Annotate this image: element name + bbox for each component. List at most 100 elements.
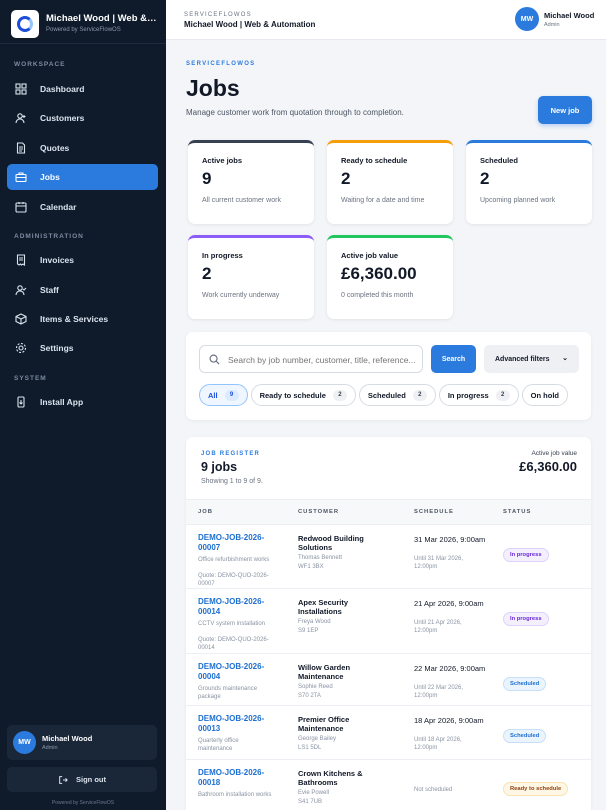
- stat-subtitle: Work currently underway: [202, 292, 280, 299]
- customer-postcode: S41 7UB: [298, 799, 323, 805]
- schedule-start: 31 Mar 2026, 9:00am: [414, 535, 486, 544]
- sidebar: Michael Wood | Web & A... Powered by Ser…: [0, 0, 166, 810]
- sidebar-item-items-services[interactable]: Items & Services: [7, 306, 158, 332]
- job-number-link[interactable]: DEMO-JOB-2026-00004: [198, 662, 278, 682]
- filter-chip-scheduled[interactable]: Scheduled 2: [358, 384, 436, 406]
- sidebar-item-staff[interactable]: Staff: [7, 277, 158, 303]
- page-subtitle: Manage customer work from quotation thro…: [186, 108, 404, 117]
- gear-icon: [15, 342, 27, 354]
- stat-value: 2: [341, 169, 351, 188]
- search-panel: Search Advanced filters ⌄ All 9 Ready to s…: [186, 332, 591, 420]
- sidebar-item-quotes[interactable]: Quotes: [7, 135, 158, 161]
- stat-card: Scheduled 2 Upcoming planned work: [466, 140, 592, 224]
- job-description: Quarterly office maintenance: [198, 738, 239, 752]
- table-header: JOB CUSTOMER SCHEDULE STATUS: [186, 499, 591, 525]
- schedule-start: Not scheduled: [414, 787, 453, 793]
- advanced-filters-button[interactable]: Advanced filters ⌄: [484, 345, 579, 373]
- column-header-job[interactable]: JOB: [198, 509, 213, 515]
- stat-subtitle: 0 completed this month: [341, 292, 414, 299]
- brand-header[interactable]: Michael Wood | Web & A... Powered by Ser…: [0, 0, 166, 44]
- job-description: Grounds maintenance package: [198, 686, 258, 700]
- main-content: SERVICEFLOWOS Jobs Manage customer work …: [166, 40, 606, 810]
- job-number-link[interactable]: DEMO-JOB-2026-00018: [198, 768, 278, 788]
- job-number-link[interactable]: DEMO-JOB-2026-00013: [198, 714, 278, 734]
- search-field[interactable]: [199, 345, 423, 373]
- sign-out-button[interactable]: Sign out: [7, 767, 157, 792]
- section-label-workspace: WORKSPACE: [14, 61, 66, 68]
- topbar-user-name[interactable]: Michael Wood: [544, 11, 594, 20]
- job-description: CCTV system installation: [198, 621, 266, 627]
- sign-out-icon: [59, 775, 68, 784]
- sidebar-item-install-app[interactable]: Install App: [7, 389, 158, 415]
- chip-label: Scheduled: [367, 390, 406, 400]
- sidebar-item-settings[interactable]: Settings: [7, 335, 158, 361]
- table-row[interactable]: DEMO-JOB-2026-00007 Office refurbishment …: [186, 525, 591, 589]
- customer-contact: Thomas Bennett: [298, 555, 343, 561]
- table-row[interactable]: DEMO-JOB-2026-00014 CCTV system installat…: [186, 589, 591, 654]
- topbar: SERVICEFLOWOS Michael Wood | Web & Autom…: [166, 0, 606, 40]
- page-title: Jobs: [186, 75, 240, 101]
- sidebar-item-customers[interactable]: Customers: [7, 105, 158, 131]
- sidebar-item-dashboard[interactable]: Dashboard: [7, 76, 158, 102]
- register-value: £6,360.00: [519, 459, 577, 474]
- filter-chip-in-progress[interactable]: In progress 2: [438, 384, 519, 406]
- sidebar-item-label: Staff: [40, 285, 59, 295]
- staff-icon: [15, 284, 27, 296]
- users-icon: [15, 112, 27, 124]
- stat-value: 2: [480, 169, 490, 188]
- sidebar-user-card[interactable]: MW Michael Wood Admin: [7, 725, 157, 760]
- customer-name: Willow Garden Maintenance: [298, 663, 351, 681]
- new-job-button[interactable]: New job: [538, 96, 592, 124]
- topbar-eyebrow: SERVICEFLOWOS: [184, 12, 252, 18]
- search-button[interactable]: Search: [431, 345, 476, 373]
- sidebar-item-label: Jobs: [40, 172, 60, 182]
- schedule-until: Until 31 Mar 2026, 12:00pm: [414, 556, 464, 570]
- customer-postcode: WF1 3BX: [298, 564, 324, 570]
- schedule-start: 22 Mar 2026, 9:00am: [414, 664, 486, 673]
- sidebar-item-invoices[interactable]: Invoices: [7, 247, 158, 273]
- chip-label: On hold: [530, 390, 559, 400]
- sidebar-item-label: Calendar: [40, 202, 77, 212]
- search-input[interactable]: [228, 352, 418, 368]
- sidebar-item-label: Invoices: [40, 255, 75, 265]
- column-header-status[interactable]: STATUS: [503, 509, 531, 515]
- stat-value: 2: [202, 264, 212, 283]
- register-eyebrow: JOB REGISTER: [201, 451, 261, 457]
- table-row[interactable]: DEMO-JOB-2026-00004 Grounds maintenance p…: [186, 654, 591, 706]
- briefcase-icon: [15, 171, 27, 183]
- stat-card: Active job value £6,360.00 0 completed thi…: [327, 235, 453, 319]
- avatar[interactable]: MW: [515, 7, 539, 31]
- filter-chip-ready-to-schedule[interactable]: Ready to schedule 2: [250, 384, 356, 406]
- register-subtitle: Showing 1 to 9 of 9.: [201, 478, 263, 485]
- column-header-schedule[interactable]: SCHEDULE: [414, 509, 454, 515]
- page-eyebrow: SERVICEFLOWOS: [186, 61, 256, 67]
- customer-name: Redwood Building Solutions: [298, 534, 364, 552]
- chip-label: All: [208, 390, 218, 400]
- customer-contact: George Bailey: [298, 736, 337, 742]
- job-number-link[interactable]: DEMO-JOB-2026-00014: [198, 597, 278, 617]
- status-badge: Ready to schedule: [503, 782, 569, 796]
- sidebar-item-label: Settings: [40, 343, 74, 353]
- sign-out-label: Sign out: [76, 775, 106, 784]
- stat-value: £6,360.00: [341, 264, 417, 283]
- sidebar-item-calendar[interactable]: Calendar: [7, 194, 158, 220]
- stat-subtitle: Waiting for a date and time: [341, 197, 425, 204]
- schedule-start: 21 Apr 2026, 9:00am: [414, 599, 484, 608]
- stat-card: Active jobs 9 All current customer work: [188, 140, 314, 224]
- table-row[interactable]: DEMO-JOB-2026-00018 Bathroom installation…: [186, 760, 591, 810]
- receipt-icon: [15, 254, 27, 267]
- sidebar-item-jobs[interactable]: Jobs: [7, 164, 158, 190]
- table-row[interactable]: DEMO-JOB-2026-00013 Quarterly office main…: [186, 706, 591, 760]
- avatar: MW: [13, 731, 36, 754]
- sidebar-item-label: Customers: [40, 113, 85, 123]
- filter-chip-on-hold[interactable]: On hold: [521, 384, 568, 406]
- column-header-customer[interactable]: CUSTOMER: [298, 509, 339, 515]
- customer-contact: Freya Wood: [298, 619, 331, 625]
- section-label-administration: ADMINISTRATION: [14, 233, 84, 240]
- job-number-link[interactable]: DEMO-JOB-2026-00007: [198, 533, 278, 553]
- job-quote-ref: Quote: DEMO-QUO-2026-00007: [198, 573, 269, 587]
- filter-chip-all[interactable]: All 9: [199, 384, 248, 406]
- stat-value: 9: [202, 169, 212, 188]
- stat-subtitle: All current customer work: [202, 197, 281, 204]
- sidebar-footer: Powered by ServiceFlowOS: [51, 800, 115, 806]
